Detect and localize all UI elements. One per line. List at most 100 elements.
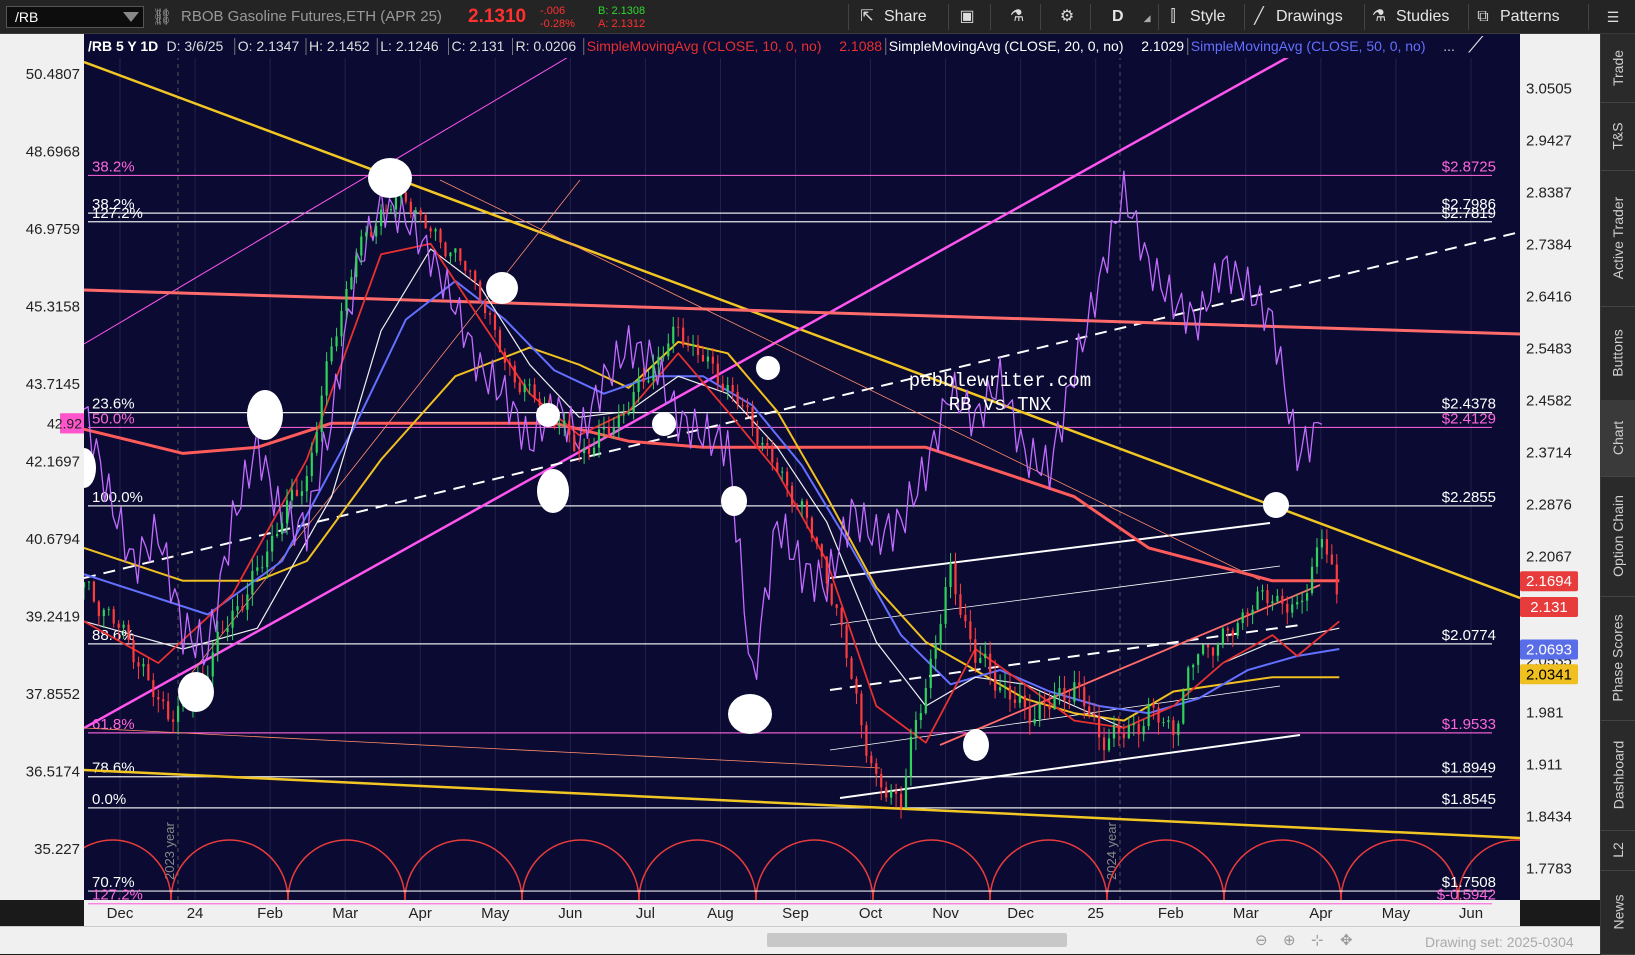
crosshair-icon[interactable]: ⊹ (1311, 931, 1324, 949)
time-axis-tick-label: Jun (1459, 905, 1483, 922)
candle-down (875, 763, 878, 774)
candle-down (424, 215, 427, 229)
candle-down (994, 672, 997, 691)
candle-down (167, 701, 170, 720)
tab-news[interactable]: News (1601, 870, 1635, 955)
candle-up (627, 412, 630, 415)
right-axis-tick-label: 2.9427 (1526, 133, 1572, 150)
menu-button[interactable]: ☰ (1604, 5, 1630, 29)
candle-up (1256, 591, 1259, 610)
tab-label: Phase Scores (1610, 614, 1627, 702)
candle-up (1271, 601, 1274, 604)
candle-down (439, 229, 442, 243)
highlight-circle (756, 356, 780, 380)
candle-down (756, 426, 759, 445)
right-axis-tick-label: 2.8387 (1526, 185, 1572, 202)
time-axis-tick-label: 25 (1087, 905, 1104, 922)
candle-up (335, 336, 338, 347)
candle-up (1112, 724, 1116, 739)
candle-down (899, 793, 903, 808)
candle-up (1038, 703, 1041, 719)
candle-up (558, 425, 561, 428)
candle-down (741, 404, 744, 406)
right-axis-tick-label: 1.911 (1526, 757, 1562, 774)
tab-buttons[interactable]: Buttons (1601, 306, 1635, 401)
candle-down (97, 601, 100, 617)
time-axis-tick-label: Jun (558, 905, 582, 922)
candle-up (1147, 703, 1150, 727)
candle-down (1048, 705, 1051, 710)
pan-icon[interactable]: ✥ (1340, 931, 1353, 949)
tab-label: News (1610, 894, 1627, 930)
watermark-line-1: pebblewriter.com (909, 370, 1091, 392)
candle-down (162, 699, 165, 702)
candle-up (949, 562, 952, 587)
candle-up (142, 664, 145, 667)
candle-up (1167, 720, 1170, 723)
tab-chart[interactable]: Chart (1601, 400, 1635, 477)
fib-level-pct: 100.0% (92, 489, 143, 506)
candle-up (637, 377, 640, 392)
candle-up (355, 255, 358, 278)
price-chart[interactable]: 2023 year 2024 year 38.2% $2.872538.2% $2.7… (0, 0, 1600, 926)
highlight-circle (486, 272, 518, 304)
candle-up (360, 236, 363, 256)
candle-down (751, 407, 754, 427)
candle-up (226, 627, 229, 633)
tab-phase-scores[interactable]: Phase Scores (1601, 596, 1635, 721)
tab-active-trader[interactable]: Active Trader (1601, 170, 1635, 307)
tab-level-2[interactable]: L2 (1601, 830, 1635, 871)
candle-up (909, 736, 913, 777)
candle-up (890, 790, 893, 798)
tab-dashboard[interactable]: Dashboard (1601, 720, 1635, 831)
candle-up (176, 706, 180, 722)
header-field: D: 3/6/25 (167, 38, 224, 54)
tab-label: T&S (1609, 122, 1626, 150)
candle-up (1276, 595, 1279, 602)
candle-down (498, 329, 502, 353)
left-axis-tick-label: 42.1697 (26, 453, 80, 470)
tab-trade[interactable]: Trade (1601, 34, 1635, 103)
header-field: H: 2.1452 (309, 38, 370, 54)
candle-up (87, 581, 91, 583)
candle-down (885, 787, 888, 798)
candle-up (330, 346, 333, 362)
chart-header: /RB 5 Y 1D D: 3/6/25 O: 2.1347 H: 2.1452 L: … (84, 32, 1520, 58)
candle-down (1088, 706, 1091, 714)
candle-down (1281, 595, 1284, 604)
candle-down (840, 607, 843, 626)
scroll-thumb[interactable] (767, 933, 1067, 947)
candle-up (1221, 628, 1224, 644)
candle-up (1003, 685, 1007, 688)
zoom-in-icon[interactable]: ⊕ (1283, 931, 1296, 949)
candle-down (295, 489, 299, 496)
highlight-circle (536, 403, 560, 427)
fib-level-price: $2.8725 (1442, 158, 1496, 175)
header-field: SimpleMovingAvg (CLOSE, 50, 0, no) (1191, 38, 1426, 54)
chart-scrollbar[interactable]: ⊖ ⊕ ⊹ ✥ Drawing set: 2025-0304 (0, 926, 1600, 954)
fib-level-price: $1.8949 (1442, 760, 1496, 777)
zoom-out-icon[interactable]: ⊖ (1255, 931, 1268, 949)
header-field: /RB 5 Y 1D (88, 38, 158, 54)
candle-down (221, 631, 224, 633)
tab-time-and-sales[interactable]: T&S (1601, 102, 1635, 171)
candle-up (904, 776, 908, 808)
candle-down (1013, 699, 1017, 703)
candle-down (419, 210, 422, 216)
tab-option-chain[interactable]: Option Chain (1601, 476, 1635, 597)
candle-up (84, 582, 86, 588)
candle-up (781, 471, 784, 473)
candle-up (1192, 664, 1195, 668)
candle-up (934, 644, 937, 659)
tab-label: Option Chain (1610, 495, 1626, 577)
candle-down (766, 442, 769, 446)
time-axis-tick-label: Oct (859, 905, 883, 922)
candle-down (716, 363, 719, 384)
candle-down (444, 242, 447, 257)
candle-down (533, 384, 536, 399)
candle-up (1301, 600, 1304, 603)
candle-down (370, 232, 373, 237)
candle-up (939, 623, 942, 645)
candle-up (1261, 590, 1264, 592)
candle-up (285, 500, 289, 524)
